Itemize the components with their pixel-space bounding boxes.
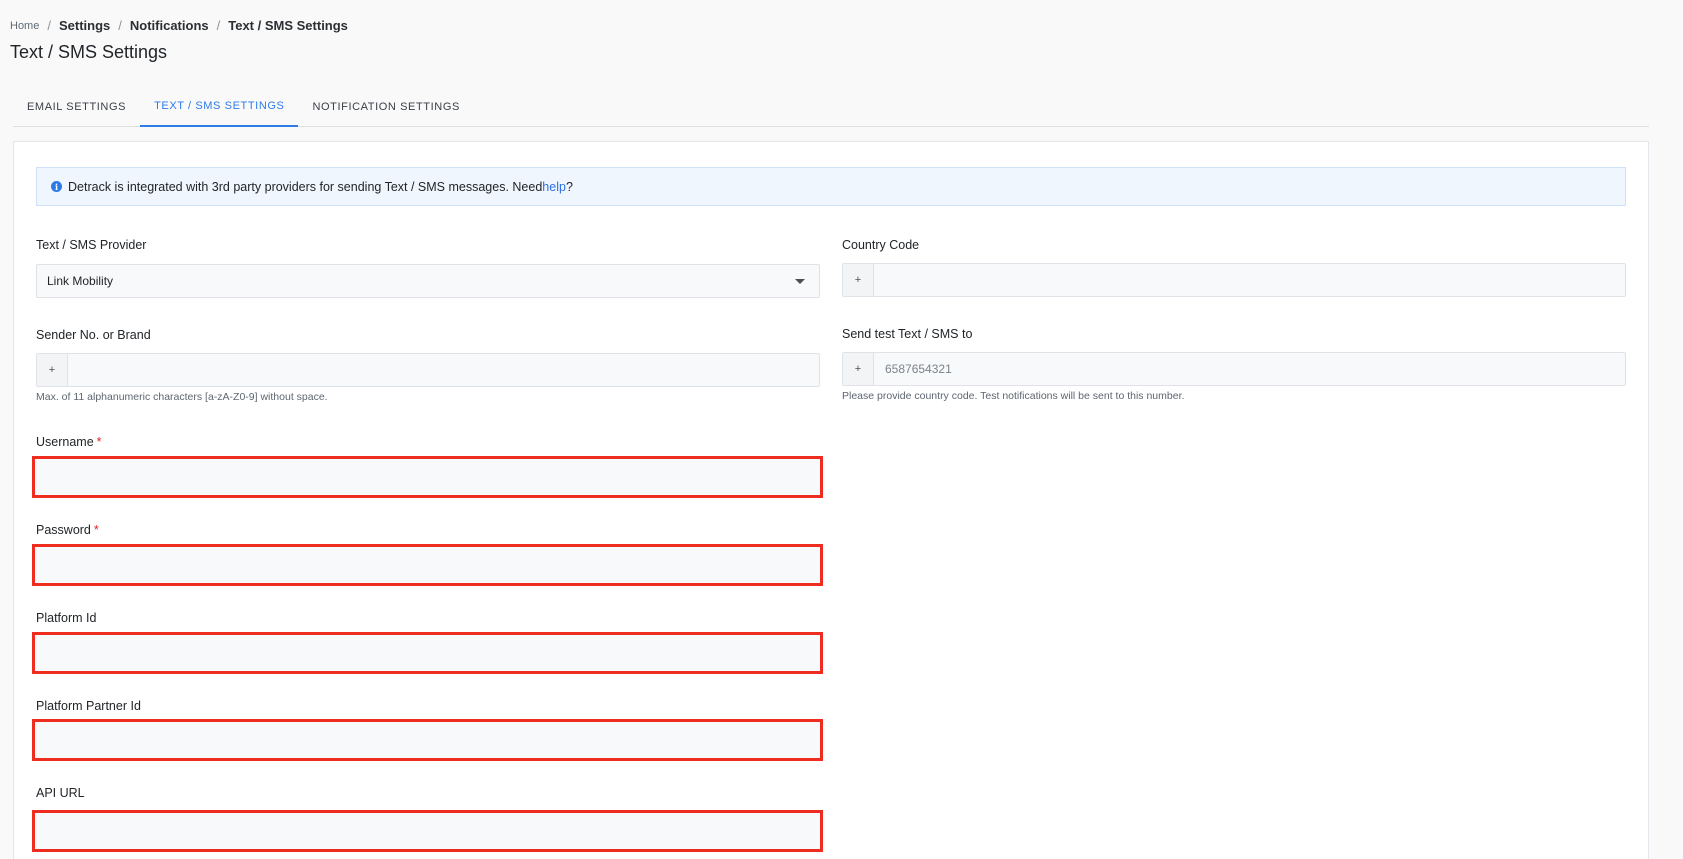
test-sms-input-group: +	[842, 352, 1626, 386]
username-label: Username *	[36, 435, 102, 449]
platform-id-label: Platform Id	[36, 611, 97, 625]
tab-email-settings[interactable]: EMAIL SETTINGS	[13, 86, 140, 127]
required-mark: *	[93, 523, 99, 537]
tab-notification-settings[interactable]: NOTIFICATION SETTINGS	[298, 86, 473, 127]
page-title: Text / SMS Settings	[10, 42, 168, 62]
platform-id-field	[32, 632, 823, 674]
username-input[interactable]	[35, 459, 820, 495]
sender-prefix: +	[37, 354, 68, 386]
breadcrumb-separator: /	[118, 18, 122, 33]
password-field	[32, 544, 823, 586]
provider-label: Text / SMS Provider	[36, 238, 147, 252]
settings-tabs: EMAIL SETTINGS TEXT / SMS SETTINGS NOTIF…	[13, 86, 1649, 127]
provider-select-value: Link Mobility	[47, 274, 114, 288]
platform-id-input[interactable]	[35, 635, 820, 671]
api-url-field	[32, 810, 823, 852]
breadcrumb: Home / Settings / Notifications / Text /…	[10, 18, 348, 33]
test-sms-input[interactable]	[874, 353, 1625, 385]
breadcrumb-current: Text / SMS Settings	[228, 18, 348, 33]
sender-input-group: +	[36, 353, 820, 387]
alert-suffix: ?	[565, 179, 573, 194]
provider-select[interactable]: Link Mobility	[36, 264, 820, 298]
username-field	[32, 456, 823, 498]
country-code-input-group: +	[842, 263, 1626, 297]
breadcrumb-separator: /	[216, 18, 221, 33]
test-sms-prefix: +	[843, 353, 874, 385]
alert-text: Detrack is integrated with 3rd party pro…	[68, 179, 543, 194]
country-code-input[interactable]	[874, 264, 1625, 296]
platform-partner-id-label: Platform Partner Id	[36, 699, 141, 713]
api-url-label: API URL	[36, 786, 85, 800]
tab-text-sms-settings[interactable]: TEXT / SMS SETTINGS	[140, 86, 299, 127]
caret-down-icon	[795, 279, 805, 284]
breadcrumb-home[interactable]: Home	[10, 20, 39, 32]
password-label: Password *	[36, 523, 99, 537]
sender-help-text: Max. of 11 alphanumeric characters [a-zA…	[36, 391, 328, 403]
info-alert: i Detrack is integrated with 3rd party p…	[36, 167, 1626, 206]
required-mark: *	[96, 435, 102, 449]
api-url-input[interactable]	[35, 813, 820, 849]
platform-partner-id-field	[32, 719, 823, 761]
country-code-label: Country Code	[842, 238, 920, 252]
sender-label: Sender No. or Brand	[36, 328, 151, 342]
test-sms-help-text: Please provide country code. Test notifi…	[842, 390, 1185, 402]
breadcrumb-settings[interactable]: Settings	[59, 18, 110, 33]
help-link[interactable]: help	[542, 180, 566, 194]
username-label-text: Username	[36, 435, 94, 449]
password-label-text: Password	[36, 523, 91, 537]
password-input[interactable]	[35, 547, 820, 583]
platform-partner-id-input[interactable]	[35, 722, 820, 758]
sender-input[interactable]	[68, 354, 819, 386]
country-code-prefix: +	[843, 264, 874, 296]
test-sms-label: Send test Text / SMS to	[842, 327, 973, 341]
breadcrumb-separator: /	[47, 18, 51, 33]
breadcrumb-notifications[interactable]: Notifications	[130, 18, 209, 33]
sms-settings-card: i Detrack is integrated with 3rd party p…	[13, 141, 1649, 859]
info-icon: i	[51, 181, 62, 192]
